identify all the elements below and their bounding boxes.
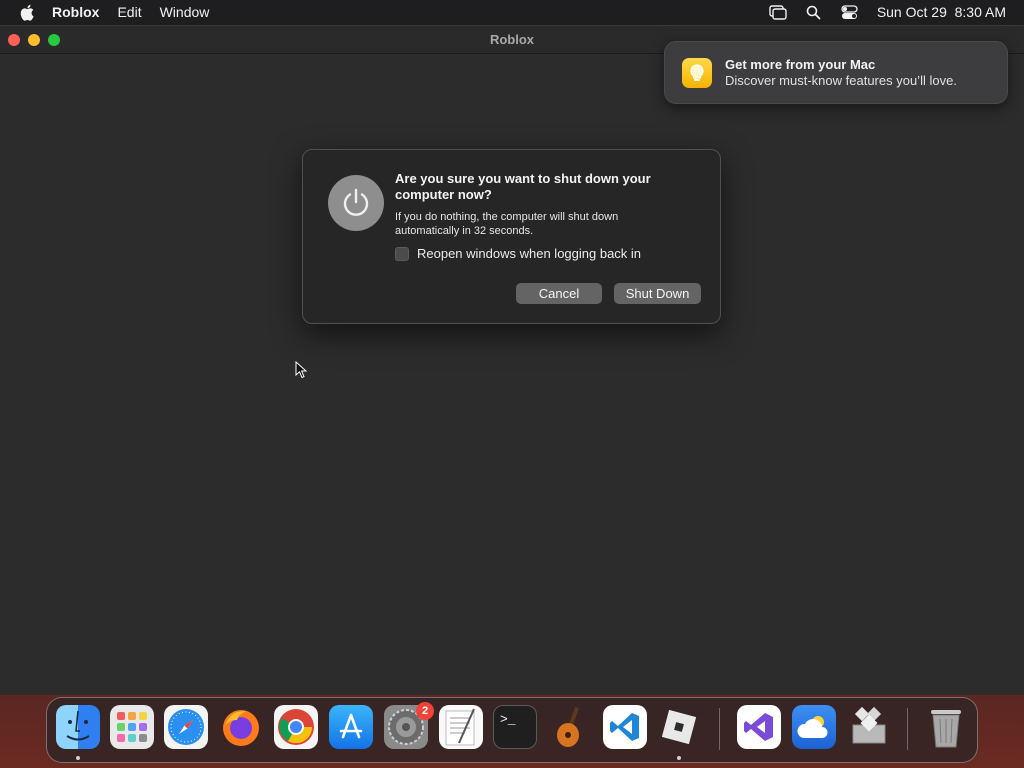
menu-window[interactable]: Window xyxy=(160,4,210,20)
finder-icon[interactable] xyxy=(56,705,100,749)
notification-title: Get more from your Mac xyxy=(725,57,876,72)
garageband-icon[interactable] xyxy=(548,705,592,749)
menu-bar-extras: Sun Oct 29 8:30 AM xyxy=(769,0,1006,24)
notification-badge: 2 xyxy=(416,702,434,720)
shutdown-dialog: Are you sure you want to shut down your … xyxy=(302,149,721,324)
roblox-icon[interactable] xyxy=(657,705,701,749)
visual-studio-icon[interactable] xyxy=(737,705,781,749)
dock: 2 >_ xyxy=(46,697,978,763)
textedit-icon[interactable] xyxy=(439,705,483,749)
menu-app-name[interactable]: Roblox xyxy=(52,4,99,20)
shut-down-button[interactable]: Shut Down xyxy=(614,283,701,304)
launchpad-icon[interactable] xyxy=(110,705,154,749)
reopen-windows-label[interactable]: Reopen windows when logging back in xyxy=(417,246,641,261)
desktop: Roblox Edit Window Sun Oct 29 8:30 AM Ro… xyxy=(0,0,1024,768)
control-center-icon[interactable] xyxy=(841,3,859,21)
weather-icon[interactable] xyxy=(792,705,836,749)
mouse-cursor-icon xyxy=(295,361,307,379)
chrome-icon[interactable] xyxy=(274,705,318,749)
cancel-button[interactable]: Cancel xyxy=(516,283,602,304)
dock-separator-trash xyxy=(907,708,908,750)
finder-running-indicator xyxy=(76,756,80,760)
screen-mirroring-icon[interactable] xyxy=(769,3,787,21)
dock-separator xyxy=(719,708,720,750)
trash-icon[interactable] xyxy=(924,705,968,749)
apple-logo-icon[interactable] xyxy=(18,3,36,21)
firefox-icon[interactable] xyxy=(219,705,263,749)
vscode-icon[interactable] xyxy=(603,705,647,749)
roblox-running-indicator xyxy=(677,756,681,760)
system-settings-icon[interactable]: 2 xyxy=(384,702,434,749)
terminal-icon[interactable]: >_ xyxy=(493,705,537,749)
safari-icon[interactable] xyxy=(164,705,208,749)
menu-edit[interactable]: Edit xyxy=(117,4,141,20)
dialog-message: If you do nothing, the computer will shu… xyxy=(395,211,619,237)
power-icon xyxy=(328,175,384,231)
bootcamp-icon[interactable] xyxy=(847,705,891,749)
notification-body: Discover must-know features you’ll love. xyxy=(725,73,957,88)
app-store-icon[interactable] xyxy=(329,705,373,749)
dialog-title: Are you sure you want to shut down your … xyxy=(395,171,651,202)
menu-bar-clock[interactable]: Sun Oct 29 8:30 AM xyxy=(877,4,1006,20)
app-window: Roblox xyxy=(0,25,1024,695)
menu-bar: Roblox Edit Window Sun Oct 29 8:30 AM xyxy=(0,0,1024,24)
terminal-prompt-glyph: >_ xyxy=(500,712,516,727)
lightbulb-icon xyxy=(682,58,712,88)
notification-banner[interactable]: Get more from your Mac Discover must-kno… xyxy=(664,41,1008,104)
reopen-windows-checkbox[interactable] xyxy=(395,246,409,261)
spotlight-search-icon[interactable] xyxy=(805,3,823,21)
reopen-windows-option[interactable]: Reopen windows when logging back in xyxy=(395,246,641,261)
